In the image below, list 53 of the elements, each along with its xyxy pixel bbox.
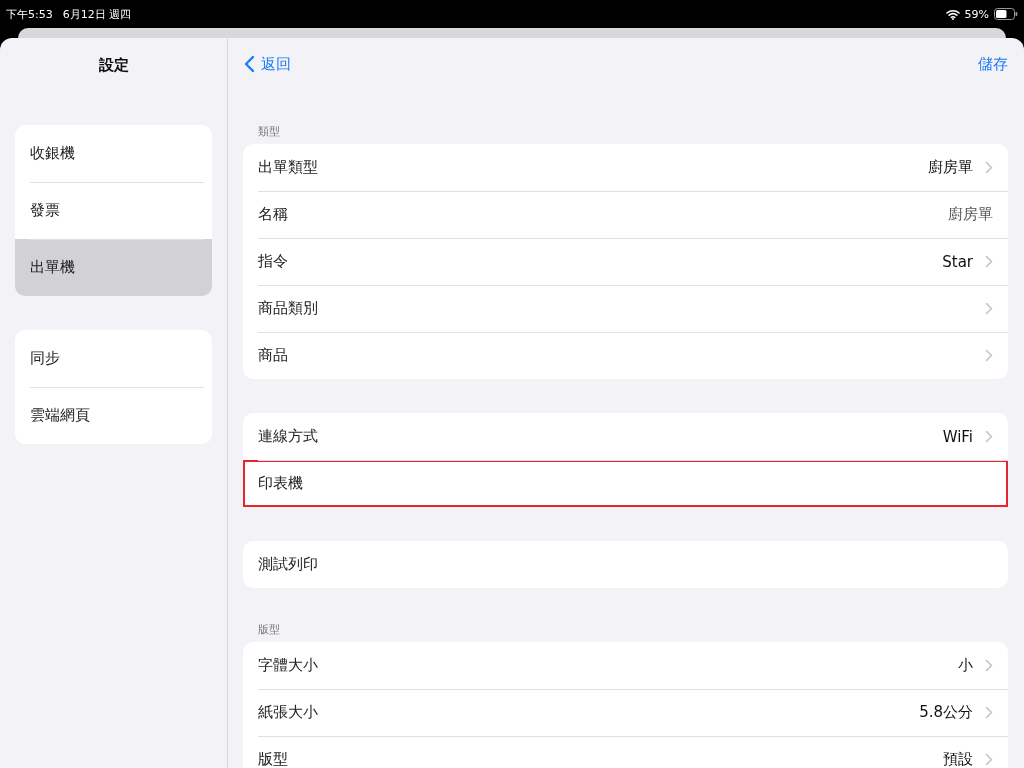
sidebar-item[interactable]: 發票 (15, 182, 212, 239)
wifi-icon (945, 8, 960, 20)
row-label: 出單類型 (258, 158, 319, 177)
sidebar-title: 設定 (97, 56, 130, 75)
status-time: 下午5:53 (6, 6, 53, 22)
highlighted-row[interactable]: 印表機 (243, 460, 1008, 507)
battery-percent: 59% (964, 7, 989, 21)
sidebar-item[interactable]: 收銀機 (15, 125, 212, 182)
chevron-icon (985, 161, 993, 174)
chevron-icon (985, 706, 993, 719)
settings-row[interactable]: 指令 Star (243, 238, 1008, 285)
row-value: 預設 (943, 750, 973, 768)
settings-row[interactable]: 出單類型 廚房單 (243, 144, 1008, 191)
row-value: WiFi (942, 427, 973, 446)
row-value: 廚房單 (928, 158, 973, 177)
settings-row[interactable]: 商品 (243, 332, 1008, 379)
back-button[interactable]: 返回 (243, 54, 291, 74)
settings-row[interactable]: 字體大小 小 (243, 642, 1008, 689)
row-label: 字體大小 (258, 656, 319, 675)
chevron-icon (985, 753, 993, 766)
settings-row[interactable]: 商品類別 (243, 285, 1008, 332)
chevron-icon (985, 349, 993, 362)
sidebar-item[interactable]: 出單機 (15, 239, 212, 296)
sidebar-item[interactable]: 雲端網頁 (15, 387, 212, 444)
status-date: 6月12日 週四 (62, 6, 132, 22)
row-value: 小 (958, 656, 973, 675)
row-label: 測試列印 (258, 555, 319, 574)
row-value: Star (942, 252, 973, 271)
battery-icon (994, 8, 1018, 20)
row-label: 連線方式 (258, 427, 319, 446)
row-label: 版型 (258, 750, 289, 768)
settings-row[interactable]: 連線方式 WiFi (243, 413, 1008, 460)
sidebar-item[interactable]: 同步 (15, 330, 212, 387)
field-value: 廚房單 (948, 205, 993, 224)
row-label: 紙張大小 (258, 703, 319, 722)
row-label: 印表機 (258, 474, 304, 493)
settings-row[interactable]: 名稱 廚房單 (243, 191, 1008, 238)
settings-row[interactable]: 紙張大小 5.8公分 (243, 689, 1008, 736)
settings-row[interactable]: 版型 預設 (243, 736, 1008, 768)
chevron-icon (985, 255, 993, 268)
chevron-icon (985, 659, 993, 672)
chevron-icon (985, 302, 993, 315)
section-header: 版型 (257, 622, 281, 638)
save-button[interactable]: 儲存 (978, 54, 1008, 74)
section-header: 類型 (257, 124, 281, 140)
row-label: 商品 (258, 346, 289, 365)
chevron-icon (985, 430, 993, 443)
row-label: 指令 (258, 252, 289, 271)
back-chevron-icon (243, 55, 255, 73)
settings-row[interactable]: 測試列印 (243, 541, 1008, 588)
row-label: 商品類別 (258, 299, 319, 318)
row-value: 5.8公分 (919, 703, 973, 722)
row-label: 名稱 (258, 205, 289, 224)
